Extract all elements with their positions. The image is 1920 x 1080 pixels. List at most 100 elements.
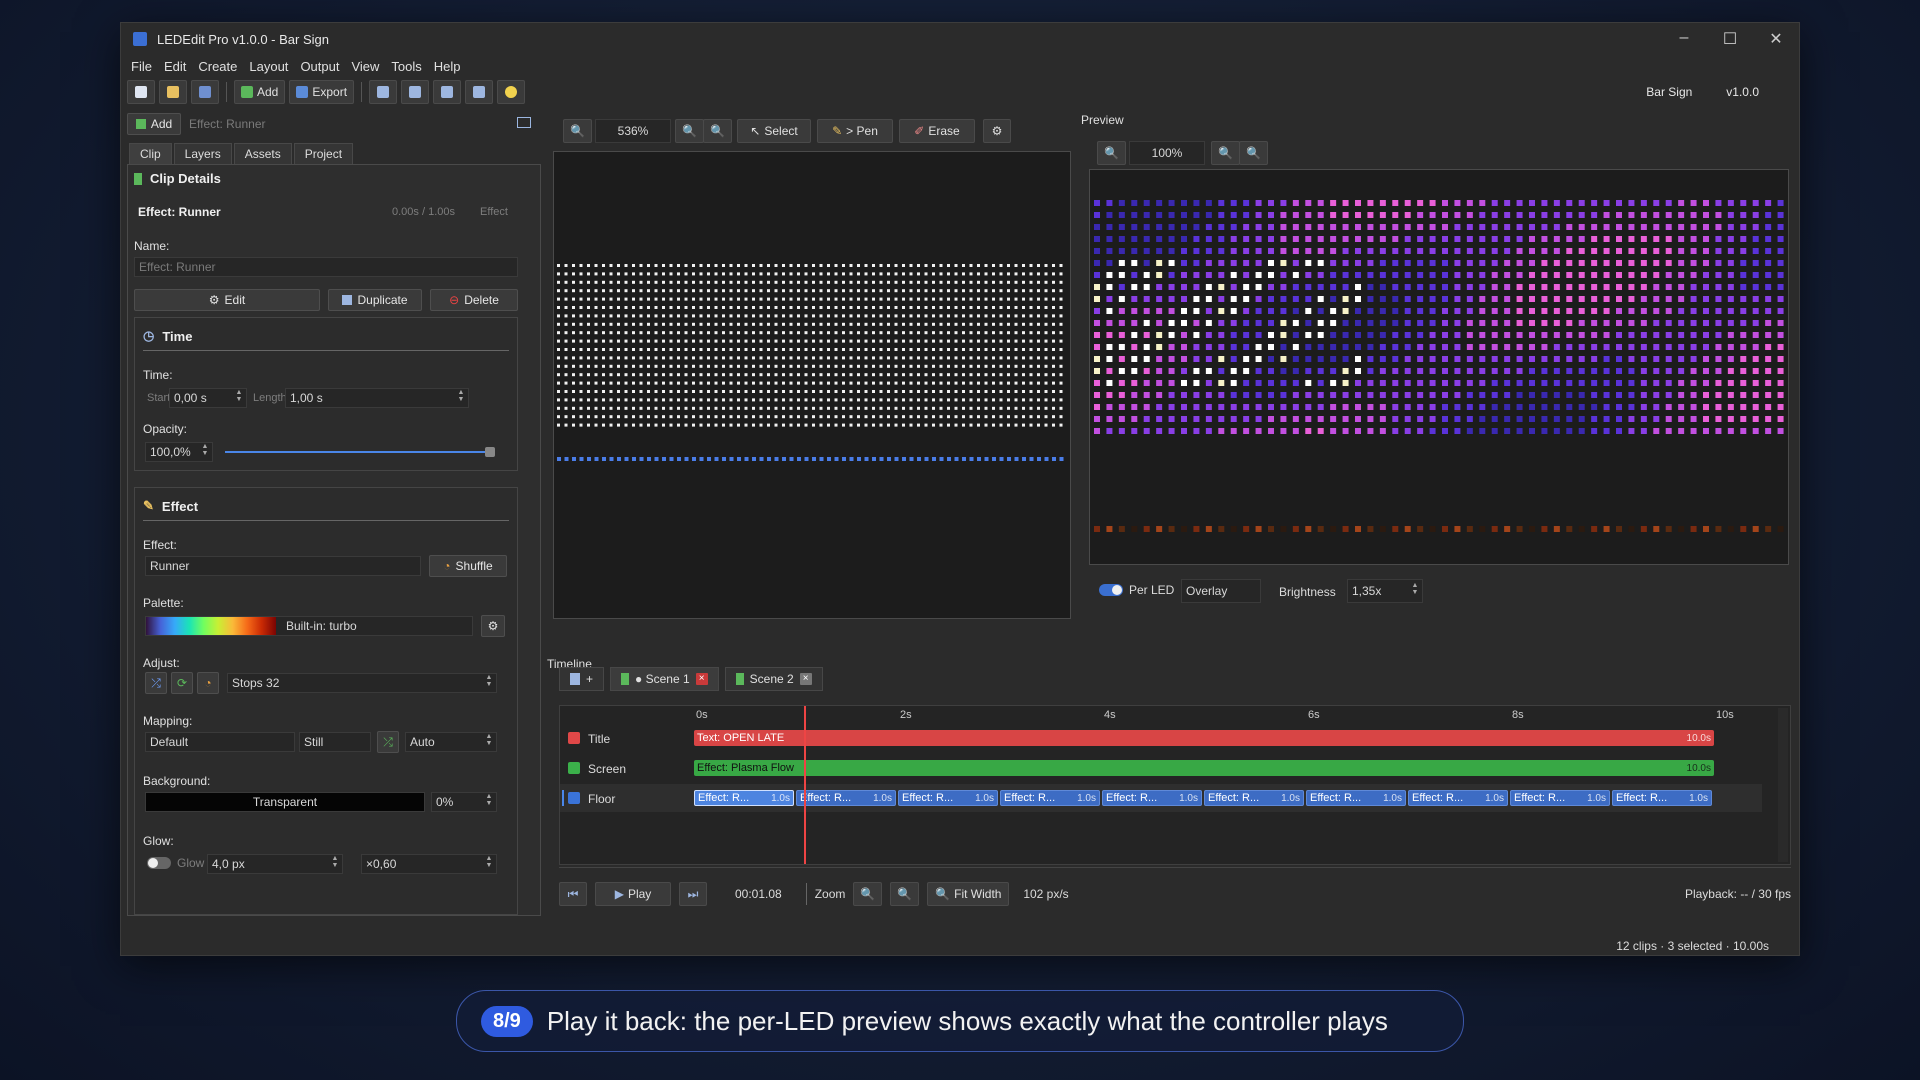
floor-clip[interactable]: Effect: R... 1.0s [796, 790, 896, 806]
background-pct-input[interactable]: 0% ▲ ▼ [431, 792, 497, 812]
start-stepper[interactable]: ▲ ▼ [234, 389, 244, 407]
palette-settings-button[interactable]: ⚙ [481, 615, 505, 637]
glow-px-stepper[interactable]: ▲ ▼ [330, 855, 340, 873]
floor-clip[interactable]: Effect: R... 1.0s [1000, 790, 1100, 806]
preview-zoom-out-button[interactable]: 🔍 [1097, 141, 1126, 165]
timeline-zoom-out-button[interactable]: 🔍 [853, 882, 883, 906]
minimize-button[interactable]: – [1661, 29, 1707, 49]
editor-zoom-field[interactable]: 536% [595, 119, 671, 143]
editor-zoom-fit-button[interactable]: 🔍 [703, 119, 732, 143]
editor-zoom-out-button[interactable]: 🔍 [563, 119, 592, 143]
toolbar-add-button[interactable]: Add [234, 80, 286, 104]
preview-zoom-in-button[interactable]: 🔍 [1211, 141, 1240, 165]
layout-split-button[interactable] [433, 80, 462, 104]
add-scene-button[interactable]: + [559, 667, 605, 691]
start-input[interactable]: 0,00 s ▲ ▼ [169, 388, 247, 408]
preview-canvas[interactable] [1089, 169, 1789, 565]
editor-canvas[interactable] [553, 151, 1071, 619]
editor-settings-button[interactable]: ⚙ [983, 119, 1011, 143]
palette-select[interactable]: Built-in: turbo [145, 616, 473, 636]
playhead[interactable] [803, 706, 806, 864]
edit-button[interactable]: ⚙ Edit [134, 289, 320, 311]
menu-output[interactable]: Output [300, 59, 347, 74]
columns-button[interactable] [465, 80, 494, 104]
name-input[interactable]: Effect: Runner [134, 257, 518, 277]
select-tool-button[interactable]: ↖ Select [737, 119, 811, 143]
per-led-switch[interactable] [1099, 584, 1123, 596]
menu-help[interactable]: Help [434, 59, 469, 74]
open-file-button[interactable] [159, 80, 187, 104]
background-pct-stepper[interactable]: ▲ ▼ [484, 793, 494, 811]
adjust-rainbow-button[interactable]: ◔ [197, 672, 219, 694]
opacity-input[interactable]: 100,0% ▲ ▼ [145, 442, 213, 462]
stops-input[interactable]: Stops 32 ▲ ▼ [227, 673, 497, 693]
adjust-shuffle-button[interactable]: ⤮ [145, 672, 167, 694]
glow-toggle[interactable]: Glow [147, 856, 204, 870]
clip-plasma-flow[interactable]: Effect: Plasma Flow 10.0s [694, 760, 1714, 776]
erase-tool-button[interactable]: ✐ Erase [899, 119, 975, 143]
floor-clip[interactable]: Effect: R... 1.0s [1306, 790, 1406, 806]
length-stepper[interactable]: ▲ ▼ [456, 389, 466, 407]
opacity-slider[interactable] [225, 447, 495, 457]
mapping-select[interactable]: Default [145, 732, 295, 752]
timeline-zoom-in-button[interactable]: 🔍 [890, 882, 920, 906]
floor-clip[interactable]: Effect: R... 1.0s [1510, 790, 1610, 806]
length-input[interactable]: 1,00 s ▲ ▼ [285, 388, 469, 408]
mapping-auto-input[interactable]: Auto ▲ ▼ [405, 732, 497, 752]
menu-layout[interactable]: Layout [249, 59, 296, 74]
blend-mode-select[interactable]: Overlay [1181, 579, 1261, 603]
close-scene-2-icon[interactable]: × [799, 673, 812, 685]
floor-clip[interactable]: Effect: R... 1.0s [1612, 790, 1712, 806]
track-floor[interactable]: Floor Effect: R... 1.0s Effect: R... 1.0s Ef… [560, 784, 1762, 812]
mapping-shuffle-button[interactable]: ⤮ [377, 731, 399, 753]
mapping-auto-stepper[interactable]: ▲ ▼ [484, 733, 494, 751]
editor-led-grid[interactable] [554, 262, 1070, 472]
adjust-cycle-button[interactable]: ⟳ [171, 672, 193, 694]
preview-zoom-field[interactable]: 100% [1129, 141, 1205, 165]
clip-open-late[interactable]: Text: OPEN LATE 10.0s [694, 730, 1714, 746]
close-button[interactable]: ✕ [1753, 29, 1799, 49]
timeline-ruler[interactable]: 0s 2s 4s 6s 8s 10s [694, 706, 1762, 724]
save-button[interactable] [191, 80, 219, 104]
per-led-toggle[interactable]: Per LED [1099, 583, 1174, 597]
menu-tools[interactable]: Tools [391, 59, 429, 74]
glow-px-input[interactable]: 4,0 px ▲ ▼ [207, 854, 343, 874]
tab-project[interactable]: Project [293, 143, 354, 165]
tab-scene-2[interactable]: Scene 2 × [724, 667, 823, 691]
panel-layout-icon[interactable] [517, 117, 531, 128]
opacity-slider-handle[interactable] [485, 447, 495, 457]
tab-scene-1[interactable]: ● Scene 1 × [610, 667, 719, 691]
glow-switch[interactable] [147, 857, 171, 869]
brightness-input[interactable]: 1,35x ▲ ▼ [1347, 579, 1423, 603]
play-button[interactable]: ▶ Play [595, 882, 671, 906]
editor-zoom-in-button[interactable]: 🔍 [675, 119, 704, 143]
menu-create[interactable]: Create [198, 59, 245, 74]
pen-tool-button[interactable]: ✎ > Pen [817, 119, 893, 143]
floor-clip[interactable]: Effect: R... 1.0s [1102, 790, 1202, 806]
timeline-vertical-scrollbar[interactable] [1778, 708, 1788, 862]
skip-start-button[interactable]: ⏮ [559, 882, 587, 906]
delete-button[interactable]: ⊖ Delete [430, 289, 518, 311]
menu-edit[interactable]: Edit [164, 59, 194, 74]
fit-width-button[interactable]: 🔍 Fit Width [927, 882, 1010, 906]
skip-end-button[interactable]: ⏭ [679, 882, 707, 906]
panel-add-button[interactable]: Add [127, 113, 181, 135]
close-scene-1-icon[interactable]: × [695, 673, 708, 685]
duplicate-button[interactable]: Duplicate [328, 289, 422, 311]
stops-stepper[interactable]: ▲ ▼ [484, 674, 494, 692]
toolbar-export-button[interactable]: Export [289, 80, 355, 104]
background-color-field[interactable]: Transparent [145, 792, 425, 812]
tab-assets[interactable]: Assets [233, 143, 292, 165]
timeline-horizontal-scrollbar[interactable] [559, 867, 1791, 875]
tab-layers[interactable]: Layers [173, 143, 232, 165]
layout-left-button[interactable] [369, 80, 398, 104]
shuffle-button[interactable]: ◔ Shuffle [429, 555, 507, 577]
maximize-button[interactable]: ☐ [1707, 29, 1753, 49]
glow-mult-stepper[interactable]: ▲ ▼ [484, 855, 494, 873]
menu-view[interactable]: View [351, 59, 387, 74]
floor-clip[interactable]: Effect: R... 1.0s [1408, 790, 1508, 806]
new-file-button[interactable] [127, 80, 155, 104]
tab-clip[interactable]: Clip [129, 143, 172, 165]
menu-file[interactable]: File [131, 59, 160, 74]
brightness-stepper[interactable]: ▲ ▼ [1410, 582, 1420, 600]
